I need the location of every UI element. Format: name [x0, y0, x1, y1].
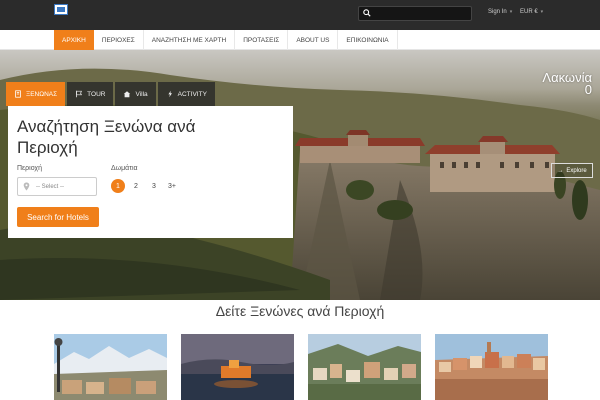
- region-image: [308, 334, 421, 400]
- search-type-tabs: ΞΕΝΩΝΑΣ TOUR Villa ACTIVITY: [6, 82, 215, 106]
- bolt-icon: [168, 90, 172, 98]
- region-image: [54, 334, 167, 400]
- home-icon: [124, 91, 131, 98]
- tab-guesthouse[interactable]: ΞΕΝΩΝΑΣ: [6, 82, 66, 106]
- nav-item-regions[interactable]: ΠΕΡΙΟΧΕΣ: [94, 30, 144, 50]
- nav-item-contact[interactable]: ΕΠΙΚΟΙΝΩΝΙΑ: [338, 30, 398, 50]
- main-nav: ΑΡΧΙΚΗ ΠΕΡΙΟΧΕΣ ΑΝΑΖΗΤΗΣΗ ΜΕ ΧΑΡΤΗ ΠΡΟΤΑ…: [0, 30, 600, 50]
- nav-item-home[interactable]: ΑΡΧΙΚΗ: [54, 30, 94, 50]
- signin-link[interactable]: Sign In ▾: [488, 9, 512, 15]
- region-thumb[interactable]: [54, 334, 167, 400]
- building-icon: [15, 90, 21, 98]
- region-image: [435, 334, 548, 400]
- tab-label: ΞΕΝΩΝΑΣ: [26, 90, 58, 98]
- room-option-1[interactable]: 1: [111, 179, 125, 193]
- tab-label: Villa: [135, 90, 148, 98]
- region-image: [181, 334, 294, 400]
- map-pin-icon: [23, 182, 30, 191]
- tab-label: TOUR: [87, 90, 106, 98]
- search-panel: Αναζήτηση Ξενώνα ανά Περιοχή Περιοχή -- …: [8, 106, 293, 238]
- nav-item-map-search[interactable]: ΑΝΑΖΗΤΗΣΗ ΜΕ ΧΑΡΤΗ: [144, 30, 236, 50]
- explore-button[interactable]: → Explore: [551, 163, 593, 178]
- arrow-right-icon: →: [557, 167, 564, 174]
- hero-region-count: 0: [584, 82, 592, 97]
- site-logo[interactable]: [54, 4, 68, 15]
- explore-label: Explore: [566, 167, 587, 174]
- region-label: Περιοχή: [17, 165, 42, 172]
- region-thumb[interactable]: [435, 334, 548, 400]
- room-option-3[interactable]: 3: [147, 179, 161, 193]
- rooms-selector: 1 2 3 3+: [111, 179, 179, 193]
- currency-label: EUR €: [520, 9, 538, 15]
- signin-label: Sign In: [488, 9, 507, 15]
- region-thumb[interactable]: [308, 334, 421, 400]
- hero-region-label: Λακωνία 0: [542, 71, 592, 97]
- search-hotels-button[interactable]: Search for Hotels: [17, 207, 99, 227]
- region-select-value: -- Select --: [36, 183, 65, 190]
- room-option-2[interactable]: 2: [129, 179, 143, 193]
- region-select[interactable]: -- Select --: [17, 177, 97, 196]
- nav-item-about[interactable]: ABOUT US: [288, 30, 339, 50]
- flag-icon: [76, 90, 83, 98]
- search-icon: [363, 9, 371, 17]
- tab-villa[interactable]: Villa: [115, 82, 156, 106]
- section-title: Δείτε Ξενώνες ανά Περιοχή: [215, 303, 385, 319]
- panel-title: Αναζήτηση Ξενώνα ανά Περιοχή: [17, 117, 196, 157]
- search-input[interactable]: [358, 6, 472, 21]
- room-option-3-plus[interactable]: 3+: [165, 179, 179, 193]
- currency-select[interactable]: EUR € ▾: [520, 9, 543, 15]
- top-bar: Sign In ▾ EUR € ▾: [0, 0, 600, 30]
- region-thumb[interactable]: [181, 334, 294, 400]
- chevron-down-icon: ▾: [509, 9, 513, 15]
- region-thumbnails: [54, 334, 548, 400]
- tab-tour[interactable]: TOUR: [67, 82, 114, 106]
- tab-activity[interactable]: ACTIVITY: [157, 82, 215, 106]
- rooms-label: Δωμάτια: [111, 165, 138, 172]
- tab-label: ACTIVITY: [177, 90, 207, 98]
- chevron-down-icon: ▾: [540, 9, 544, 15]
- nav-item-proposals[interactable]: ΠΡΟΤΑΣΕΙΣ: [235, 30, 289, 50]
